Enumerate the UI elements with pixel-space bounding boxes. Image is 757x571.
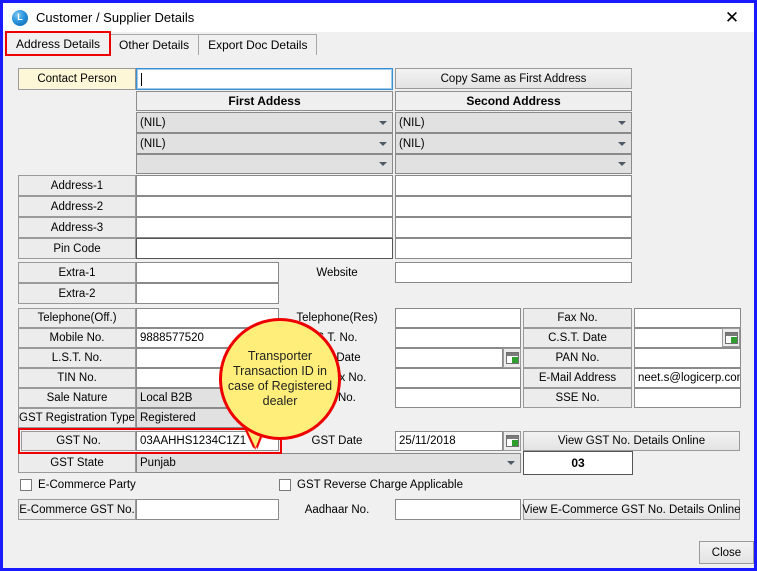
address-3-first-input[interactable] xyxy=(136,217,393,238)
extra-2-label: Extra-2 xyxy=(18,283,136,304)
website-input[interactable] xyxy=(395,262,632,283)
chevron-down-icon xyxy=(618,120,626,125)
address-3-label: Address-3 xyxy=(18,217,136,238)
pin-code-first-input[interactable] xyxy=(136,238,393,259)
tab-export-doc-details[interactable]: Export Doc Details xyxy=(198,34,318,55)
address-3-second-input[interactable] xyxy=(395,217,632,238)
telephone-res-input[interactable] xyxy=(395,308,521,328)
calendar-icon xyxy=(505,435,519,447)
calendar-icon xyxy=(505,352,519,364)
tab-strip: Address Details Other Details Export Doc… xyxy=(4,31,751,56)
chevron-down-icon xyxy=(618,141,626,146)
address-1-second-input[interactable] xyxy=(395,175,632,196)
second-address-dropdown-2-value: (NIL) xyxy=(399,137,425,150)
gst-reverse-charge-checkbox[interactable] xyxy=(279,479,291,491)
extra-1-label: Extra-1 xyxy=(18,262,136,283)
aadhaar-no-label: Aadhaar No. xyxy=(304,503,370,516)
pin-code-label: Pin Code xyxy=(18,238,136,259)
gst-date-calendar-button[interactable] xyxy=(503,431,521,451)
extra-2-input[interactable] xyxy=(136,283,279,304)
first-address-dropdown-3[interactable] xyxy=(136,154,393,174)
tab-address-details[interactable]: Address Details xyxy=(4,31,112,56)
close-button[interactable]: Close xyxy=(699,541,754,564)
tab-other-details[interactable]: Other Details xyxy=(109,34,200,55)
sale-nature-label: Sale Nature xyxy=(18,388,136,408)
window-title: Customer / Supplier Details xyxy=(36,10,195,25)
aadhaar-no-input[interactable] xyxy=(395,499,521,520)
form-area: Contact Person Copy Same as First Addres… xyxy=(6,55,754,565)
ex-tax-no-input[interactable] xyxy=(395,368,521,388)
sse-no-label: SSE No. xyxy=(523,388,632,408)
website-label: Website xyxy=(316,266,358,279)
annotation-callout: Transporter Transaction ID in case of Re… xyxy=(219,318,349,468)
callout-bubble: Transporter Transaction ID in case of Re… xyxy=(219,318,341,440)
fax-no-input[interactable] xyxy=(634,308,741,328)
address-2-first-input[interactable] xyxy=(136,196,393,217)
first-address-header: First Addess xyxy=(136,91,393,111)
chevron-down-icon xyxy=(379,162,387,166)
contact-person-input[interactable] xyxy=(136,68,393,90)
telephone-off-label: Telephone(Off.) xyxy=(18,308,136,328)
chevron-down-icon xyxy=(379,120,387,125)
second-address-dropdown-1-value: (NIL) xyxy=(399,116,425,129)
gst-state-label: GST State xyxy=(18,453,136,473)
footer-bar xyxy=(6,531,751,565)
address-2-label: Address-2 xyxy=(18,196,136,217)
dialog-window: L Customer / Supplier Details ✕ Address … xyxy=(0,0,757,571)
second-address-header: Second Address xyxy=(395,91,632,111)
first-address-dropdown-1-value: (NIL) xyxy=(140,116,166,129)
st-date-input[interactable] xyxy=(395,348,503,368)
second-address-dropdown-2[interactable]: (NIL) xyxy=(395,133,632,154)
chevron-down-icon xyxy=(379,141,387,146)
cst-date-calendar-button[interactable] xyxy=(722,328,740,347)
ecommerce-gst-no-label: E-Commerce GST No. xyxy=(18,499,136,520)
view-gst-no-details-online-button[interactable]: View GST No. Details Online xyxy=(523,431,740,451)
view-ecommerce-gst-no-details-online-button[interactable]: View E-Commerce GST No. Details Online xyxy=(522,499,741,520)
ecommerce-gst-no-input[interactable] xyxy=(136,499,279,520)
tin-no-label: TIN No. xyxy=(18,368,136,388)
address-1-first-input[interactable] xyxy=(136,175,393,196)
gst-no-label: GST No. xyxy=(21,431,136,451)
gst-registration-type-value: Registered xyxy=(140,412,196,424)
ecommerce-party-checkbox[interactable] xyxy=(20,479,32,491)
title-bar: L Customer / Supplier Details ✕ xyxy=(3,3,754,32)
chevron-down-icon xyxy=(507,461,515,465)
ecommerce-party-checkbox-row[interactable]: E-Commerce Party xyxy=(20,479,136,491)
gst-registration-type-label: GST Registration Type xyxy=(18,408,136,428)
email-address-input[interactable]: neet.s@logicerp.com xyxy=(634,368,741,388)
st-no-input[interactable] xyxy=(395,328,521,348)
gst-date-input[interactable]: 25/11/2018 xyxy=(395,431,503,451)
address-1-label: Address-1 xyxy=(18,175,136,196)
lst-no-label: L.S.T. No. xyxy=(18,348,136,368)
pin-code-second-input[interactable] xyxy=(395,238,632,259)
fax-no-label: Fax No. xyxy=(523,308,632,328)
address-2-second-input[interactable] xyxy=(395,196,632,217)
chevron-down-icon xyxy=(618,162,626,166)
mobile-no-label: Mobile No. xyxy=(18,328,136,348)
extra-1-input[interactable] xyxy=(136,262,279,283)
sale-nature-value: Local B2B xyxy=(140,392,193,404)
gst-reverse-charge-checkbox-row[interactable]: GST Reverse Charge Applicable xyxy=(279,479,463,491)
calendar-icon xyxy=(724,331,738,344)
second-address-dropdown-3[interactable] xyxy=(395,154,632,174)
email-address-label: E-Mail Address xyxy=(523,368,632,388)
copy-same-as-first-address-button[interactable]: Copy Same as First Address xyxy=(395,68,632,89)
second-address-dropdown-1[interactable]: (NIL) xyxy=(395,112,632,133)
close-icon[interactable]: ✕ xyxy=(710,3,754,32)
first-address-dropdown-2-value: (NIL) xyxy=(140,137,166,150)
gst-state-value: Punjab xyxy=(140,457,176,469)
cst-date-label: C.S.T. Date xyxy=(523,328,632,348)
gst-state-code: 03 xyxy=(523,451,633,475)
pan-no-label: PAN No. xyxy=(523,348,632,368)
first-address-dropdown-2[interactable]: (NIL) xyxy=(136,133,393,154)
st-date-calendar-button[interactable] xyxy=(503,348,521,368)
pan-no-input[interactable] xyxy=(634,348,741,368)
contact-person-label: Contact Person xyxy=(18,68,136,90)
gst-reverse-charge-label: GST Reverse Charge Applicable xyxy=(297,479,463,491)
ecommerce-party-label: E-Commerce Party xyxy=(38,479,136,491)
first-address-dropdown-1[interactable]: (NIL) xyxy=(136,112,393,133)
app-logo-icon: L xyxy=(12,9,28,26)
ex-no-input[interactable] xyxy=(395,388,521,408)
sse-no-input[interactable] xyxy=(634,388,741,408)
